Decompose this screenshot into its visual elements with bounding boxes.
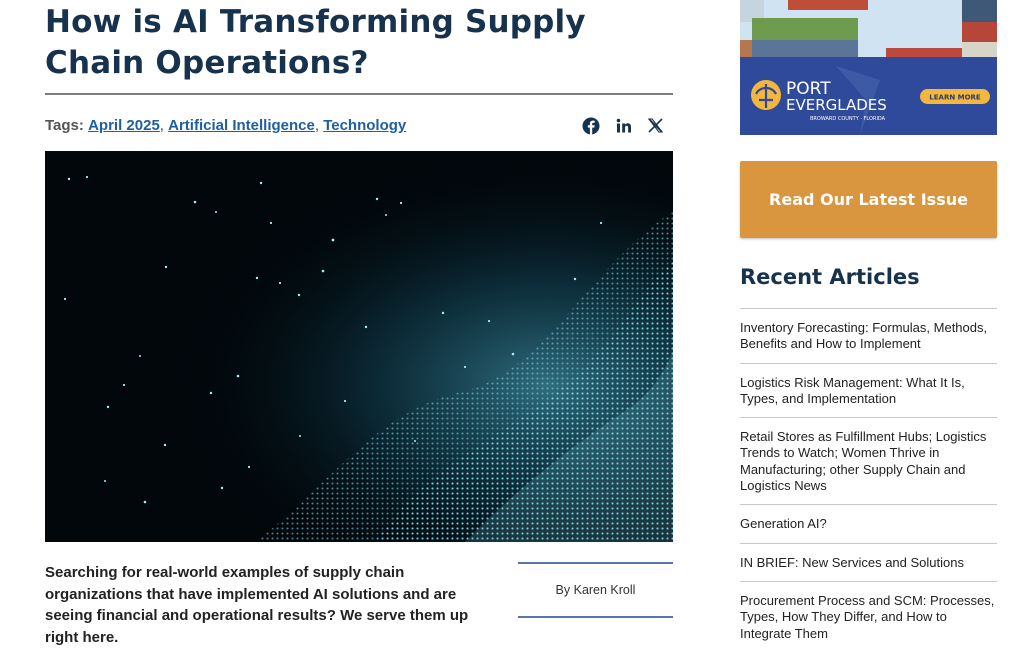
tag-link-technology[interactable]: Technology <box>323 117 406 134</box>
ad-subtitle: BROWARD COUNTY · FLORIDA <box>810 116 886 122</box>
hero-image <box>45 151 673 542</box>
tags-row: Tags: April 2025, Artificial Intelligenc… <box>45 117 407 134</box>
tags-label: Tags: <box>45 117 84 134</box>
list-item: Retail Stores as Fulfillment Hubs; Logis… <box>740 417 997 504</box>
tag-link-april-2025[interactable]: April 2025 <box>88 117 160 134</box>
recent-article-link[interactable]: Generation AI? <box>740 516 997 532</box>
title-divider <box>45 93 673 95</box>
linkedin-icon[interactable] <box>615 117 633 135</box>
facebook-icon[interactable] <box>582 117 600 135</box>
author-byline: By Karen Kroll <box>555 583 636 597</box>
byline-divider-bottom <box>518 616 673 618</box>
list-item: Generation AI? <box>740 504 997 542</box>
list-item: Procurement Process and SCM: Processes, … <box>740 580 997 652</box>
recent-articles-list: Inventory Forecasting: Formulas, Methods… <box>740 308 997 652</box>
recent-article-link[interactable]: Logistics Risk Management: What It Is, T… <box>740 375 997 408</box>
recent-article-link[interactable]: Retail Stores as Fulfillment Hubs; Logis… <box>740 429 997 494</box>
list-item: Inventory Forecasting: Formulas, Methods… <box>740 308 997 363</box>
article-title: How is AI Transforming Supply Chain Oper… <box>45 4 586 81</box>
article-lede: Searching for real-world examples of sup… <box>45 564 469 646</box>
byline-divider-top <box>518 562 673 564</box>
tag-link-artificial-intelligence[interactable]: Artificial Intelligence <box>168 117 315 134</box>
list-item: IN BRIEF: New Services and Solutions <box>740 542 997 581</box>
recent-article-link[interactable]: Inventory Forecasting: Formulas, Methods… <box>740 320 997 353</box>
ad-learn-more-button: LEARN MORE <box>929 94 981 102</box>
recent-article-link[interactable]: Procurement Process and SCM: Processes, … <box>740 593 997 642</box>
ad-brand-line2: EVERGLADES <box>786 96 887 114</box>
recent-article-link[interactable]: IN BRIEF: New Services and Solutions <box>740 555 997 571</box>
recent-articles-heading: Recent Articles <box>740 265 920 289</box>
read-latest-issue-button[interactable]: Read Our Latest Issue <box>740 161 997 238</box>
x-icon[interactable] <box>647 117 664 134</box>
port-everglades-ad[interactable]: PORT EVERGLADES BROWARD COUNTY · FLORIDA… <box>740 0 997 135</box>
list-item: Logistics Risk Management: What It Is, T… <box>740 362 997 418</box>
